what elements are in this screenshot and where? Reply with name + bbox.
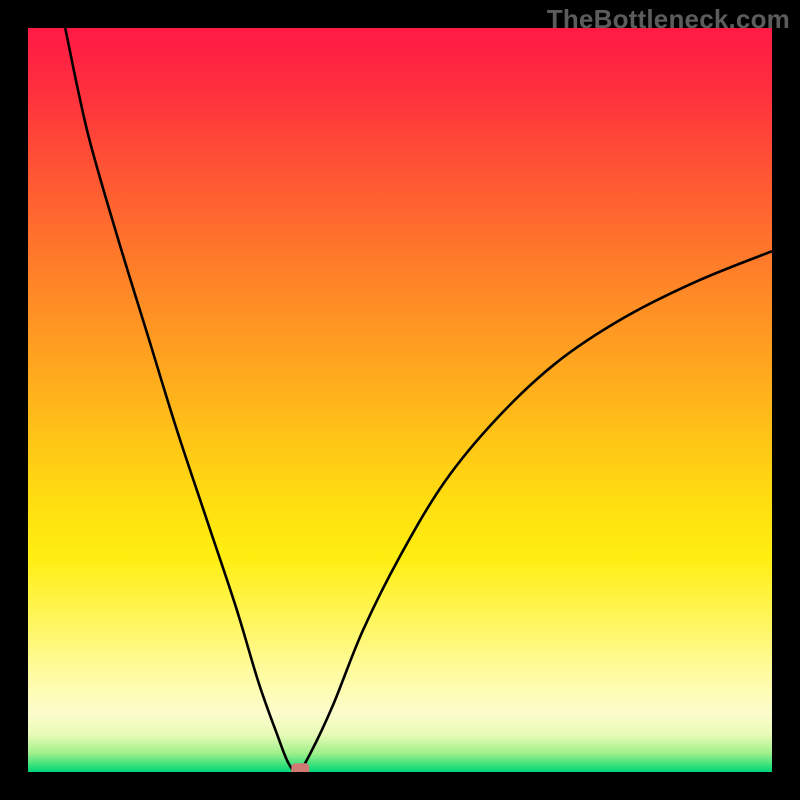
watermark-text: TheBottleneck.com [547, 4, 790, 35]
plot-area [28, 28, 772, 772]
bottleneck-curve [65, 28, 772, 772]
min-marker [291, 763, 309, 772]
chart-frame: TheBottleneck.com [0, 0, 800, 800]
curve-svg [28, 28, 772, 772]
